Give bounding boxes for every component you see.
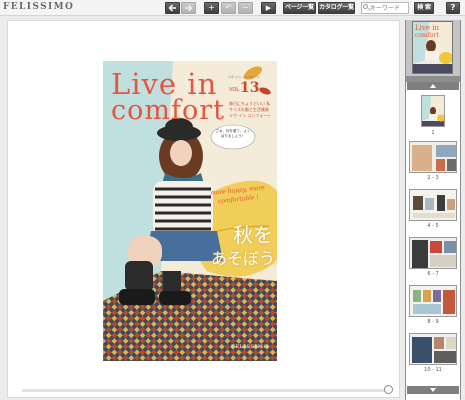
svg-text:Live in: Live in [415,24,439,32]
play-button[interactable]: ▶ [261,2,276,14]
cover-title-line2: comfort [111,95,225,126]
page-list-button[interactable]: ページ一覧 [283,2,316,14]
issue-label: VOL. [229,87,241,93]
undo-button[interactable]: ↶ [221,2,236,14]
speech-bubble-text: さぁ、何を着て、よくばりましょう！ [215,129,251,138]
thumbnail-label: 1 [431,130,435,136]
brand-logo: FELISSIMO [3,2,75,12]
svg-text:comfort: comfort [415,32,439,39]
thumbnail-item-2-3[interactable]: 2 - 3 [406,141,460,187]
page-slider-track[interactable] [22,389,392,392]
thumbnail-sidebar: Live in comfort 1 2 - 3 4 - 5 6 - 7 8 - … [405,20,461,400]
headline-jp-1: 秋を [233,223,273,247]
current-page-preview[interactable]: Live in comfort [406,20,460,76]
app-window: FELISSIMO + ↶ − ▶ ページ一覧 カタログ一覧 検 索 ? [0,0,465,400]
prev-page-button[interactable] [165,2,180,14]
thumbnail-list[interactable]: 1 2 - 3 4 - 5 6 - 7 8 - 9 10 - 11 [406,82,460,400]
headline-jp-2: あそぼう。 [211,249,277,268]
zoom-in-button[interactable]: + [204,2,219,14]
thumbnail-image [409,189,457,221]
scroll-up-button[interactable] [407,82,459,90]
thumbnail-label: 6 - 7 [427,271,439,277]
thumbnail-image [409,285,457,317]
page-viewer[interactable]: Live in comfort リヴ イン コンフォート VOL. 13 毎日に… [7,20,400,398]
arrow-left-icon [168,4,176,12]
help-button[interactable]: ? [446,2,460,14]
thumbnail-item-8-9[interactable]: 8 - 9 [406,285,460,331]
thumbnail-label: 8 - 9 [427,319,439,325]
page-slider-handle[interactable] [384,385,393,394]
issue-number: 13 [240,80,260,96]
cover-brand-mark: FELISSIMO [231,344,269,350]
current-page-thumbnail: Live in comfort [412,21,453,74]
cover-header-small: リヴ イン コンフォート [228,75,260,79]
catalog-list-button[interactable]: カタログ一覧 [318,2,355,14]
arrow-right-icon [185,4,193,12]
thumbnail-image [409,237,457,269]
thumbnail-item-4-5[interactable]: 4 - 5 [406,189,460,235]
thumbnail-item-6-7[interactable]: 6 - 7 [406,237,460,283]
scroll-down-button[interactable] [407,386,459,394]
thumbnail-image [421,95,445,127]
search-button[interactable]: 検 索 [414,2,434,14]
search-icon [363,4,368,9]
thumbnail-label: 2 - 3 [427,175,439,181]
thumbnail-label: 10 - 11 [424,367,442,373]
thumbnail-image [409,333,457,365]
thumbnail-image [409,141,457,173]
thumbnail-item-10-11[interactable]: 10 - 11 [406,333,460,383]
thumbnail-label: 4 - 5 [427,223,439,229]
cover-tagline: 毎日にちょうどいい 私サイズの服と生活雑貨 リヴ イン コンフォート [229,101,272,118]
toolbar: FELISSIMO + ↶ − ▶ ページ一覧 カタログ一覧 検 索 ? [0,0,465,16]
thumbnail-item-1[interactable]: 1 [406,95,460,141]
next-page-button[interactable] [181,2,196,14]
zoom-out-button[interactable]: − [238,2,253,14]
catalog-cover-page[interactable]: Live in comfort リヴ イン コンフォート VOL. 13 毎日に… [103,61,277,361]
current-cover-mini: Live in comfort [413,22,452,73]
